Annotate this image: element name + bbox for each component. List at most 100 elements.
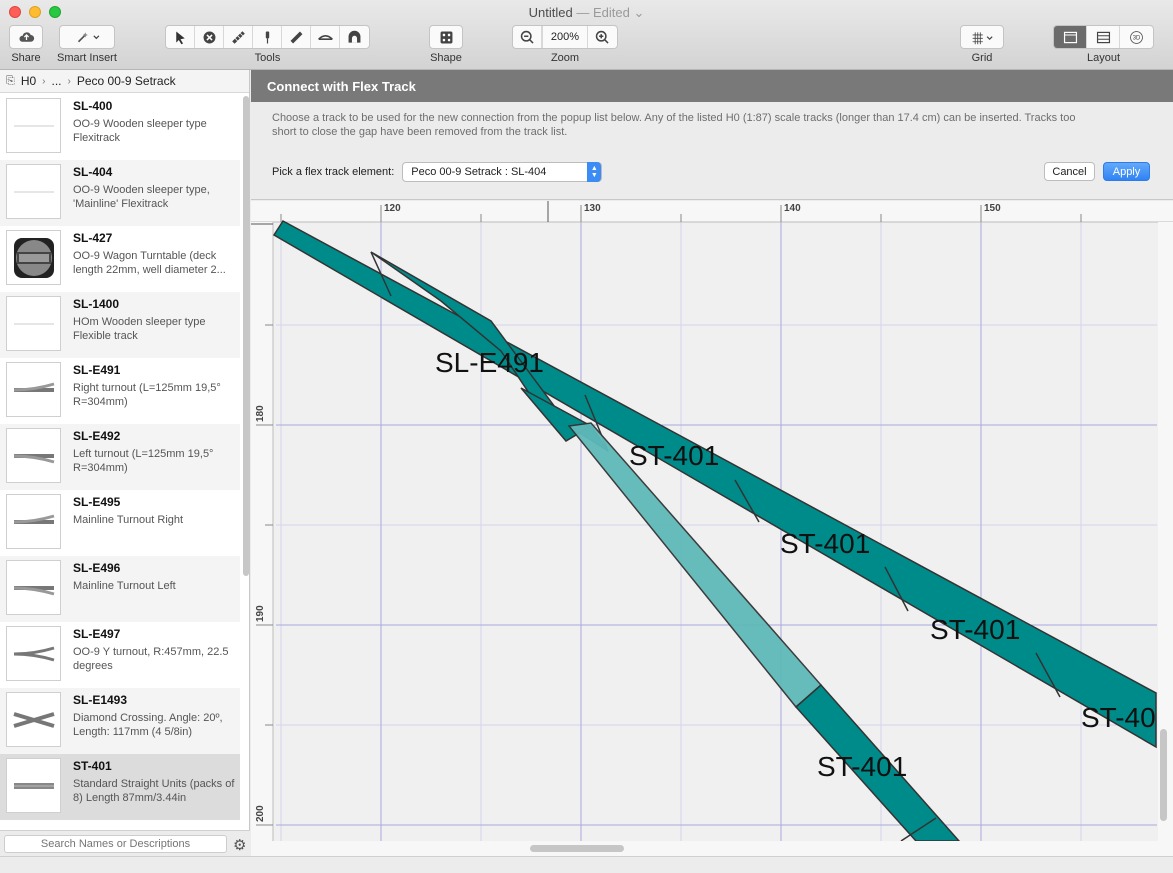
connect-flex-track-panel: Connect with Flex Track Choose a track t… <box>251 70 1173 200</box>
arrow-pointer-icon[interactable] <box>166 26 195 48</box>
gear-icon[interactable]: ⚙ <box>233 836 246 854</box>
item-text: SL-E495 Mainline Turnout Right <box>73 495 239 527</box>
item-description: OO-9 Wagon Turntable (deck length 22mm, … <box>73 250 226 276</box>
breadcrumb: ⎘ H0 › ... › Peco 00-9 Setrack <box>0 70 249 93</box>
share-group: Share <box>9 25 43 64</box>
list-item[interactable]: SL-E495 Mainline Turnout Right <box>0 490 240 556</box>
flex-track-popup[interactable]: Peco 00-9 Setrack : SL-404 ▲ ▼ <box>402 162 603 182</box>
breadcrumb-root[interactable]: H0 <box>21 74 36 88</box>
breadcrumb-middle[interactable]: ... <box>52 74 62 88</box>
list-item[interactable]: SL-1400 HOm Wooden sleeper type Flexible … <box>0 292 240 358</box>
pick-row: Pick a flex track element: Peco 00-9 Set… <box>272 162 603 182</box>
canvas-vertical-scrollbar[interactable] <box>1160 729 1167 821</box>
item-description: OO-9 Y turnout, R:457mm, 22.5 degrees <box>73 646 229 672</box>
item-text: SL-404 OO-9 Wooden sleeper type, 'Mainlin… <box>73 165 239 211</box>
flex-track-icon <box>6 98 61 153</box>
shape-group: Shape <box>429 25 463 64</box>
item-description: OO-9 Wooden sleeper type Flexitrack <box>73 118 207 144</box>
share-button[interactable] <box>9 25 43 49</box>
item-description: OO-9 Wooden sleeper type, 'Mainline' Fle… <box>73 184 210 210</box>
ruler-x-tick: 130 <box>584 203 601 214</box>
track-item-list: SL-400 OO-9 Wooden sleeper type Flexitrac… <box>0 94 240 827</box>
straight-track-label: ST-401 <box>930 614 1020 645</box>
zoom-level-value[interactable]: 200% <box>542 26 588 48</box>
popup-arrows-icon: ▲ ▼ <box>587 162 602 182</box>
item-text: SL-E497 OO-9 Y turnout, R:457mm, 22.5 deg… <box>73 627 239 673</box>
zoom-out-icon[interactable] <box>513 26 542 48</box>
breadcrumb-current[interactable]: Peco 00-9 Setrack <box>77 74 176 88</box>
straight-track-icon <box>6 758 61 813</box>
list-item[interactable]: SL-E497 OO-9 Y turnout, R:457mm, 22.5 deg… <box>0 622 240 688</box>
straight-track-label: ST-401 <box>817 751 907 782</box>
shape-button[interactable] <box>429 25 463 49</box>
delete-x-icon[interactable] <box>195 26 224 48</box>
canvas-svg[interactable]: 120 130 140 150 180 190 200 SL-E491 ST-4… <box>251 201 1173 856</box>
layout-canvas[interactable]: 120 130 140 150 180 190 200 SL-E491 ST-4… <box>251 201 1173 856</box>
item-description: Mainline Turnout Left <box>73 580 176 592</box>
item-name: SL-404 <box>73 165 113 179</box>
zoom-in-icon[interactable] <box>588 26 617 48</box>
track-tool-icon[interactable] <box>224 26 253 48</box>
bridge-tool-icon[interactable] <box>311 26 340 48</box>
item-name: SL-E497 <box>73 627 121 641</box>
item-text: SL-1400 HOm Wooden sleeper type Flexible … <box>73 297 239 343</box>
apply-button[interactable]: Apply <box>1103 162 1150 181</box>
item-description: Diamond Crossing. Angle: 20º, Length: 11… <box>73 712 223 738</box>
window-title[interactable]: Untitled — Edited ⌄ <box>0 5 1173 21</box>
ruler-y-tick: 190 <box>255 605 266 622</box>
flex-track-icon <box>6 164 61 219</box>
window-titlebar: Untitled — Edited ⌄ Share Smart Insert T… <box>0 0 1173 70</box>
item-name: ST-401 <box>73 759 112 773</box>
ruler-x-tick: 140 <box>784 203 801 214</box>
list-item[interactable]: SL-400 OO-9 Wooden sleeper type Flexitrac… <box>0 94 240 160</box>
layout-single-icon[interactable] <box>1054 26 1087 48</box>
zoom-control: 200% <box>512 25 618 49</box>
straight-track-label: ST-401 <box>780 528 870 559</box>
item-name: SL-1400 <box>73 297 120 311</box>
item-text: ST-401 Standard Straight Units (packs of … <box>73 759 239 805</box>
cancel-button[interactable]: Cancel <box>1044 162 1095 181</box>
item-description: Right turnout (L=125mm 19,5° R=304mm) <box>73 382 221 408</box>
straight-track-label: ST-401 <box>629 440 719 471</box>
pin-tool-icon[interactable] <box>253 26 282 48</box>
turnout-right-icon <box>6 362 61 417</box>
list-item[interactable]: SL-427 OO-9 Wagon Turntable (deck length … <box>0 226 240 292</box>
item-name: SL-E496 <box>73 561 121 575</box>
list-item[interactable]: SL-404 OO-9 Wooden sleeper type, 'Mainlin… <box>0 160 240 226</box>
smart-insert-button[interactable] <box>58 25 115 49</box>
sidebar-scrollbar[interactable] <box>243 96 249 576</box>
layout-3d-icon[interactable]: 3D <box>1120 26 1153 48</box>
list-item[interactable]: SL-E1493 Diamond Crossing. Angle: 20º, Le… <box>0 688 240 754</box>
ruler-tool-icon[interactable] <box>282 26 311 48</box>
straight-track-label: ST-40 <box>1081 702 1156 733</box>
canvas-horizontal-scrollbar[interactable] <box>530 845 624 852</box>
list-item[interactable]: ST-401 Standard Straight Units (packs of … <box>0 754 240 820</box>
pick-label: Pick a flex track element: <box>272 166 395 178</box>
list-item[interactable]: SL-E496 Mainline Turnout Left <box>0 556 240 622</box>
magic-wand-icon <box>60 26 114 48</box>
list-item[interactable]: SL-E491 Right turnout (L=125mm 19,5° R=30… <box>0 358 240 424</box>
chevron-right-icon: › <box>42 75 46 87</box>
item-text: SL-400 OO-9 Wooden sleeper type Flexitrac… <box>73 99 239 145</box>
svg-text:3D: 3D <box>1133 35 1141 41</box>
popup-selected-value: Peco 00-9 Setrack : SL-404 <box>411 166 547 178</box>
y-turnout-icon <box>6 626 61 681</box>
item-text: SL-E1493 Diamond Crossing. Angle: 20º, Le… <box>73 693 239 739</box>
item-name: SL-E492 <box>73 429 121 443</box>
turnout-left-icon <box>6 428 61 483</box>
grid-button[interactable] <box>960 25 1004 49</box>
list-item[interactable]: SL-E492 Left turnout (L=125mm 19,5° R=304… <box>0 424 240 490</box>
panel-title: Connect with Flex Track <box>251 70 1173 102</box>
item-name: SL-427 <box>73 231 113 245</box>
layout-group: 3D Layout <box>1053 25 1154 64</box>
chevron-right-icon: › <box>67 75 71 87</box>
layout-split-icon[interactable] <box>1087 26 1120 48</box>
item-name: SL-E495 <box>73 495 121 509</box>
turntable-icon <box>6 230 61 285</box>
ruler-x-tick: 120 <box>384 203 401 214</box>
tunnel-tool-icon[interactable] <box>340 26 369 48</box>
item-text: SL-E492 Left turnout (L=125mm 19,5° R=304… <box>73 429 239 475</box>
item-name: SL-400 <box>73 99 113 113</box>
search-input[interactable] <box>4 835 227 853</box>
turnout-label: SL-E491 <box>435 347 544 378</box>
